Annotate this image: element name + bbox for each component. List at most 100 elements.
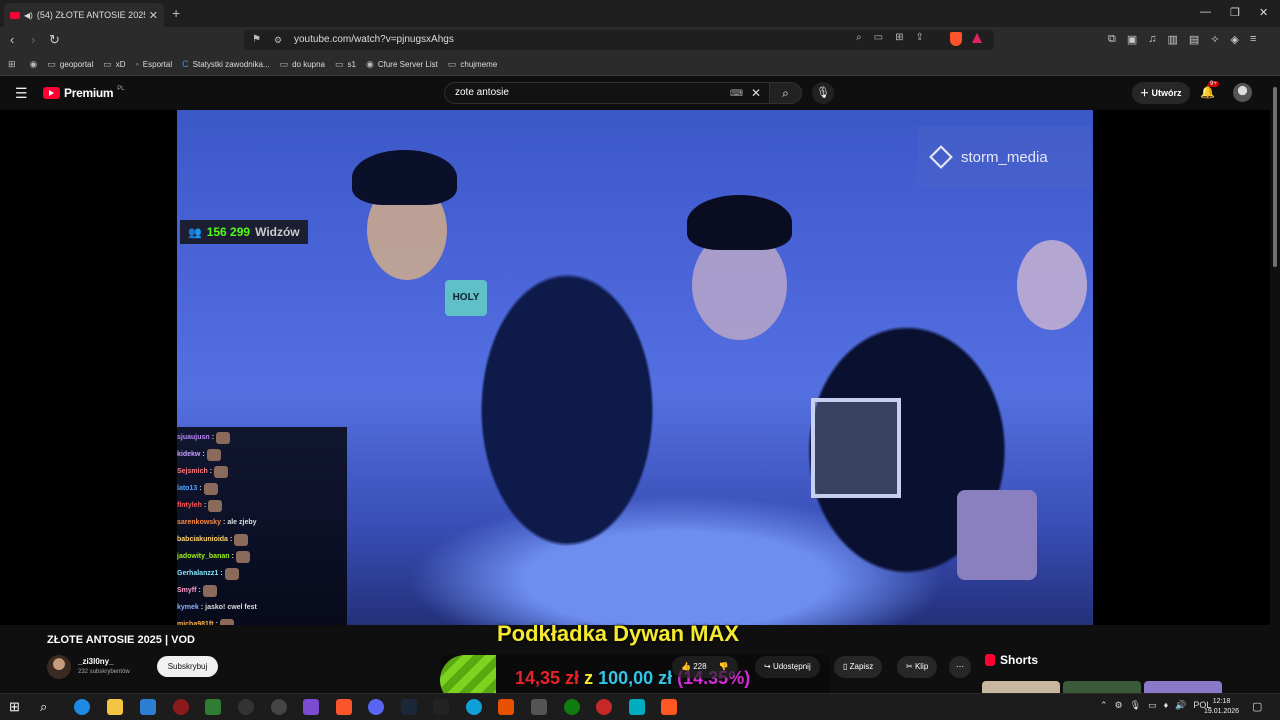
notification-center-icon[interactable]: ▢ — [1252, 699, 1268, 715]
bookmark-item[interactable]: ◦ Esportal — [136, 59, 173, 69]
chat-username[interactable]: jadowity_banan — [177, 553, 230, 560]
wallet2-icon[interactable]: ▤ — [1189, 33, 1199, 46]
zoom-icon[interactable]: ⌕ — [856, 32, 862, 43]
start-icon[interactable]: ⊞ — [9, 699, 25, 715]
brave-shield-icon[interactable] — [950, 32, 962, 46]
brave-taskbar-icon[interactable] — [336, 699, 352, 715]
app-icon[interactable] — [271, 699, 287, 715]
keyboard-icon[interactable]: ⌨ — [730, 83, 743, 103]
more-actions-icon[interactable]: ⋯ — [949, 656, 971, 678]
tab-close-icon[interactable]: ✕ — [149, 9, 158, 22]
extensions-icon[interactable]: ⧉ — [1108, 33, 1116, 46]
chat-username[interactable]: Sejsmich — [177, 468, 208, 475]
media-icon[interactable]: ♫ — [1148, 33, 1156, 46]
app-icon[interactable] — [173, 699, 189, 715]
share-icon[interactable]: ⇪ — [915, 32, 923, 43]
thumb-down-icon[interactable]: 👎 — [719, 662, 729, 671]
back-icon[interactable]: ‹ — [10, 32, 14, 47]
brave-rewards-icon[interactable] — [972, 33, 982, 43]
search-taskbar-icon[interactable]: ⌕ — [40, 699, 56, 715]
bookmark-geoportal[interactable]: ◉ — [30, 59, 38, 70]
subscribe-button[interactable]: Subskrybuj — [157, 656, 218, 677]
sidebar-icon[interactable]: ▥ — [1168, 33, 1178, 46]
page-scrollbar[interactable] — [1270, 77, 1280, 693]
short-thumbnail[interactable] — [1144, 681, 1222, 693]
scrollbar-thumb[interactable] — [1273, 87, 1277, 267]
chat-username[interactable]: Gerhalanzz1 — [177, 570, 218, 577]
window-close-icon[interactable]: ✕ — [1259, 6, 1268, 19]
cast-icon[interactable]: ▭ — [874, 32, 883, 43]
forward-icon[interactable]: › — [31, 32, 35, 47]
translate-icon[interactable]: ⊞ — [895, 32, 903, 43]
account-avatar[interactable] — [1233, 83, 1252, 102]
tray-app-icon[interactable]: ⚙ — [1115, 700, 1123, 711]
notifications-bell-icon[interactable]: 🔔 9+ — [1200, 81, 1219, 99]
xbox-icon[interactable] — [564, 699, 580, 715]
video-player[interactable]: HOLY 👥 156 299 Widzów storm_media sjuauj… — [0, 110, 1270, 631]
discord-icon[interactable] — [368, 699, 384, 715]
chat-username[interactable]: flntyleh — [177, 502, 202, 509]
app-icon[interactable] — [238, 699, 254, 715]
audio-playing-icon[interactable]: ◀) — [24, 11, 33, 20]
channel-avatar[interactable] — [47, 655, 71, 679]
mic-tray-icon[interactable]: ♦ — [1164, 700, 1169, 711]
reload-icon[interactable]: ↻ — [49, 32, 60, 48]
bookmark-item[interactable]: ◉ Cfure Server List — [366, 59, 438, 70]
app-icon[interactable] — [205, 699, 221, 715]
edge-icon[interactable] — [74, 699, 90, 715]
site-settings-icon[interactable]: ⚙ — [274, 30, 282, 50]
bookmark-item[interactable]: ▭ geoportal — [47, 59, 93, 70]
search-input[interactable]: zote antosie ⌨ ✕ — [444, 82, 770, 104]
bookmark-item[interactable]: ▭ chujmeme — [448, 59, 497, 70]
shorts-header[interactable]: Shorts — [985, 653, 1038, 667]
apps-icon[interactable]: ⊞ — [8, 59, 16, 70]
bookmark-item[interactable]: C Statystki zawodnika... — [182, 59, 269, 69]
chat-username[interactable]: sarenkowsky — [177, 519, 221, 526]
app-icon[interactable] — [531, 699, 547, 715]
app-icon[interactable] — [596, 699, 612, 715]
clear-search-icon[interactable]: ✕ — [751, 83, 761, 103]
bookmark-item[interactable]: ▭ s1 — [335, 59, 356, 70]
file-explorer-icon[interactable] — [107, 699, 123, 715]
network-icon[interactable]: ▭ — [1148, 700, 1157, 711]
bookmark-item[interactable]: ▭ xD — [103, 59, 125, 70]
short-thumbnail[interactable] — [982, 681, 1060, 693]
vpn-icon[interactable]: ◈ — [1231, 33, 1239, 46]
channel-name[interactable]: _zi3l0ny_ — [78, 657, 114, 666]
chat-username[interactable]: kymek — [177, 604, 199, 611]
like-button[interactable]: 👍 228 👎 — [672, 656, 738, 678]
chat-username[interactable]: lato13 — [177, 485, 197, 492]
search-button[interactable]: ⌕ — [770, 82, 802, 104]
wallet-icon[interactable]: ▣ — [1127, 33, 1137, 46]
chat-username[interactable]: sjuaujusn — [177, 434, 210, 441]
create-button[interactable]: ＋ Utwórz — [1132, 82, 1190, 104]
clock[interactable]: 12:18 19.01.2026 — [1204, 697, 1239, 717]
restore-icon[interactable]: ❐ — [1230, 6, 1240, 19]
volume-icon[interactable]: 🔊 — [1175, 700, 1186, 711]
microphone-icon[interactable]: 🎙 — [1130, 700, 1141, 711]
app-icon[interactable] — [661, 699, 677, 715]
menu-icon[interactable]: ≡ — [1250, 33, 1256, 46]
save-button[interactable]: ▯ Zapisz — [834, 656, 883, 678]
chat-username[interactable]: babciakunioida — [177, 536, 228, 543]
chat-username[interactable]: Smyff — [177, 587, 196, 594]
new-tab-icon[interactable]: + — [172, 5, 180, 21]
chat-username[interactable]: kidekw — [177, 451, 200, 458]
steam-icon[interactable] — [401, 699, 417, 715]
browser-tab[interactable]: ◀) (54) ZŁOTE ANTOSIE 2025 | V ✕ — [4, 3, 164, 27]
minimize-icon[interactable]: — — [1200, 6, 1211, 18]
clip-button[interactable]: ✂ Klip — [897, 656, 938, 678]
hamburger-menu-icon[interactable]: ☰ — [15, 85, 28, 102]
app-icon[interactable] — [140, 699, 156, 715]
epic-games-icon[interactable] — [433, 699, 449, 715]
app-icon[interactable] — [303, 699, 319, 715]
voice-search-icon[interactable]: 🎙 — [812, 82, 834, 104]
app-icon[interactable] — [498, 699, 514, 715]
bookmark-icon[interactable]: ⚑ — [252, 30, 261, 50]
share-button[interactable]: ↪ Udostępnij — [755, 656, 820, 678]
short-thumbnail[interactable] — [1063, 681, 1141, 693]
app-icon[interactable] — [629, 699, 645, 715]
tray-chevron-icon[interactable]: ⌃ — [1100, 700, 1108, 711]
leo-icon[interactable]: ✧ — [1210, 33, 1219, 46]
app-icon[interactable] — [466, 699, 482, 715]
